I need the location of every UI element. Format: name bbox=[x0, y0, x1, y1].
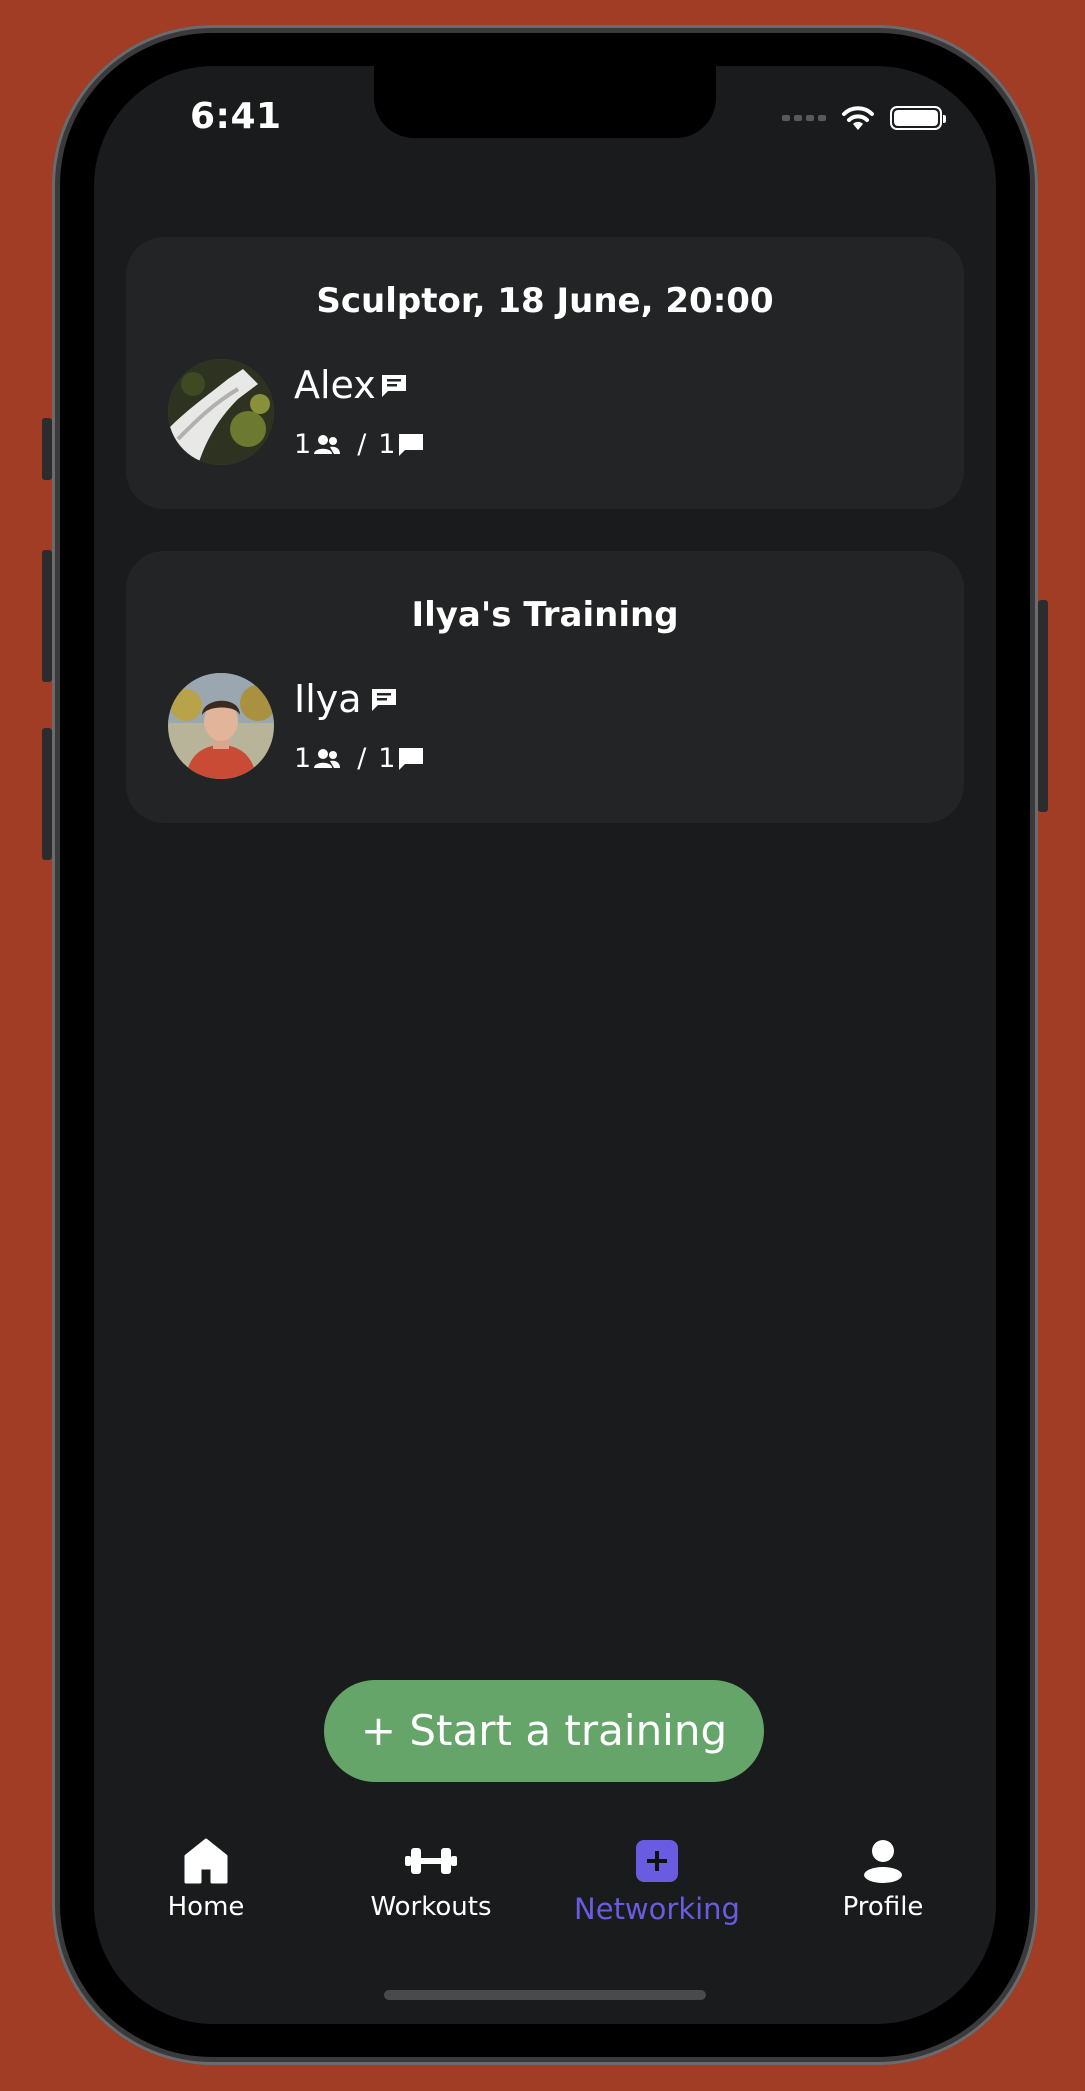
tab-home[interactable]: Home bbox=[106, 1836, 306, 1922]
messages-count: 1 bbox=[378, 743, 396, 774]
stats-separator: / bbox=[357, 743, 367, 774]
plus-square-icon bbox=[557, 1836, 757, 1886]
dumbbell-icon bbox=[331, 1836, 531, 1886]
session-card[interactable]: Sculptor, 18 June, 20:00 Alex 1 / 1 bbox=[126, 237, 964, 509]
host-name: Ilya bbox=[294, 677, 362, 721]
host-avatar[interactable] bbox=[168, 359, 274, 465]
wifi-icon bbox=[842, 106, 874, 130]
host-avatar[interactable] bbox=[168, 673, 274, 779]
session-title: Sculptor, 18 June, 20:00 bbox=[316, 281, 774, 321]
status-icons bbox=[782, 104, 946, 132]
tab-networking[interactable]: Networking bbox=[557, 1836, 757, 1926]
people-icon bbox=[314, 748, 341, 768]
notch bbox=[374, 66, 716, 138]
power-button bbox=[1038, 600, 1048, 812]
people-icon bbox=[314, 434, 341, 454]
tab-label: Profile bbox=[842, 1892, 924, 1922]
stats-separator: / bbox=[357, 429, 367, 460]
cellular-signal-icon bbox=[782, 115, 826, 121]
tab-bar: Home Workouts Networking Profile bbox=[94, 1836, 996, 1956]
tab-workouts[interactable]: Workouts bbox=[331, 1836, 531, 1922]
session-card[interactable]: Ilya's Training Ilya 1 / 1 bbox=[126, 551, 964, 823]
tab-label: Workouts bbox=[370, 1892, 492, 1922]
message-icon bbox=[399, 433, 424, 456]
chat-icon[interactable] bbox=[370, 687, 398, 713]
home-indicator bbox=[384, 1990, 706, 2000]
session-stats: 1 / 1 bbox=[294, 743, 427, 774]
session-stats: 1 / 1 bbox=[294, 429, 427, 460]
participants-count: 1 bbox=[294, 743, 312, 774]
start-training-button[interactable]: + Start a training bbox=[324, 1680, 764, 1782]
tab-profile[interactable]: Profile bbox=[783, 1836, 983, 1922]
battery-icon bbox=[890, 106, 946, 130]
tab-label: Home bbox=[167, 1892, 245, 1922]
host-name: Alex bbox=[294, 363, 376, 407]
app-screen: 6:41 Sculptor, 18 June, 20:00 Alex 1 / 1… bbox=[94, 66, 996, 2024]
chat-icon[interactable] bbox=[380, 373, 408, 399]
volume-up-button bbox=[42, 550, 52, 682]
mute-switch bbox=[42, 418, 52, 480]
messages-count: 1 bbox=[378, 429, 396, 460]
person-icon bbox=[783, 1836, 983, 1886]
message-icon bbox=[399, 747, 424, 770]
participants-count: 1 bbox=[294, 429, 312, 460]
tab-label: Networking bbox=[574, 1892, 740, 1926]
home-icon bbox=[106, 1836, 306, 1886]
session-title: Ilya's Training bbox=[411, 595, 679, 635]
volume-down-button bbox=[42, 728, 52, 860]
status-time: 6:41 bbox=[190, 96, 282, 137]
